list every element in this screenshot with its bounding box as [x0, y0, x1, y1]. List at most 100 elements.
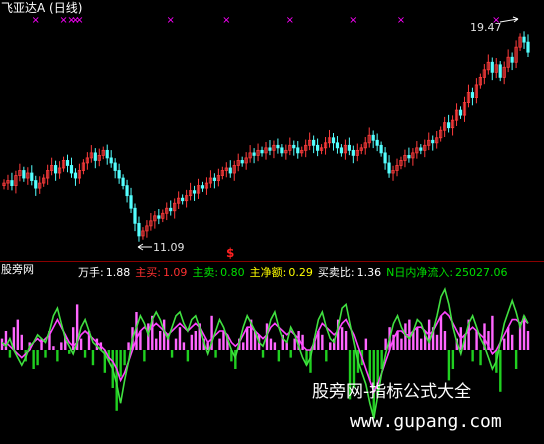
- flow-bar: [471, 350, 474, 362]
- flow-bar: [416, 327, 419, 350]
- flow-bar: [321, 334, 324, 350]
- candle-body: [73, 172, 78, 179]
- candle-body: [371, 134, 375, 141]
- candle-body: [34, 180, 38, 189]
- flow-bar: [36, 350, 39, 366]
- candle-body: [347, 144, 351, 151]
- candle-body: [312, 139, 316, 146]
- flow-bar: [475, 331, 478, 350]
- flow-bar: [79, 338, 83, 350]
- candle-body: [240, 160, 244, 164]
- candle-body: [169, 207, 173, 212]
- flow-bar: [178, 327, 182, 350]
- candle-body: [339, 147, 344, 154]
- flow-bar: [16, 319, 20, 350]
- flow-bar: [8, 350, 12, 358]
- flow-bar: [170, 350, 174, 358]
- flow-bar: [214, 350, 217, 358]
- flow-bar: [83, 350, 87, 358]
- candle-body: [383, 152, 387, 164]
- candle-body: [431, 139, 435, 144]
- candle-body: [113, 162, 117, 171]
- flow-bar: [158, 331, 162, 350]
- flow-bar: [218, 338, 221, 350]
- flow-bar: [289, 350, 292, 358]
- flow-bar: [261, 350, 265, 358]
- flow-bar: [491, 315, 494, 350]
- flow-bar: [499, 350, 502, 392]
- flow-bar: [325, 350, 328, 362]
- flow-bar: [162, 319, 166, 350]
- flow-bar: [20, 334, 23, 350]
- candle-body: [510, 56, 514, 63]
- signal-marker: ×: [32, 15, 40, 26]
- flow-bar: [143, 350, 146, 362]
- flow-bar: [503, 338, 506, 350]
- watermark-url: www.gupang.com: [350, 411, 502, 432]
- candle-body: [407, 154, 411, 159]
- signal-marker: ×: [167, 15, 175, 26]
- candle-body: [22, 170, 26, 179]
- candle-body: [133, 207, 137, 224]
- candle-body: [498, 64, 502, 78]
- candle-body: [125, 185, 129, 197]
- candle-body: [69, 165, 74, 174]
- candle-body: [419, 147, 423, 151]
- flow-bar: [285, 342, 288, 350]
- flow-bar: [91, 350, 95, 366]
- flow-bar: [190, 334, 194, 350]
- flow-bar: [514, 350, 518, 369]
- candle-body: [137, 222, 141, 237]
- candle-body: [105, 149, 109, 159]
- candle-body: [351, 149, 355, 156]
- candle-body: [316, 144, 320, 151]
- flow-bar: [246, 327, 249, 350]
- candle-body: [335, 142, 340, 149]
- flow-bar: [400, 338, 403, 350]
- flow-bar: [174, 338, 178, 350]
- flow-bar: [329, 342, 332, 350]
- candle-body: [331, 137, 336, 144]
- flow-bar: [155, 338, 158, 350]
- candle-body: [54, 165, 58, 174]
- flow-bar: [68, 350, 71, 354]
- candle-body: [375, 139, 379, 146]
- candle-body: [292, 144, 296, 149]
- watermark-title: 股旁网-指标公式大全: [312, 382, 472, 402]
- candle-body: [10, 180, 14, 186]
- flow-bar: [44, 350, 47, 358]
- flow-bar: [186, 350, 190, 362]
- flow-bar: [439, 315, 443, 350]
- flow-bar: [451, 350, 455, 369]
- flow-bar: [52, 346, 55, 350]
- flow-bar: [32, 350, 35, 369]
- flow-bar: [479, 350, 482, 366]
- signal-dollar-mark: $: [226, 246, 235, 260]
- candle-body: [30, 172, 34, 181]
- candle-body: [129, 195, 133, 209]
- candle-body: [268, 147, 272, 151]
- low-price-label: 11.09: [153, 241, 185, 254]
- candle-body: [109, 157, 113, 164]
- flow-bar: [60, 342, 63, 350]
- candle-body: [526, 41, 530, 53]
- candle-body: [93, 152, 97, 161]
- flow-bar: [420, 338, 423, 350]
- signal-marker: ×: [349, 15, 357, 26]
- candle-body: [296, 147, 300, 154]
- candle-body: [228, 167, 232, 174]
- candle-body: [280, 147, 284, 154]
- candle-body: [458, 109, 463, 116]
- flow-bar: [447, 350, 451, 381]
- flow-bar: [435, 334, 439, 350]
- high-price-label: 19.47: [470, 21, 502, 34]
- flow-bar: [364, 338, 368, 350]
- price-chart[interactable]: ×××××××××××××: [0, 0, 544, 262]
- signal-marker: ×: [75, 15, 83, 26]
- candle-body: [117, 170, 121, 179]
- flow-bar: [242, 342, 245, 350]
- flow-bar: [293, 338, 296, 350]
- candle-body: [65, 160, 70, 166]
- flow-bar: [340, 327, 344, 350]
- candle-body: [212, 177, 216, 181]
